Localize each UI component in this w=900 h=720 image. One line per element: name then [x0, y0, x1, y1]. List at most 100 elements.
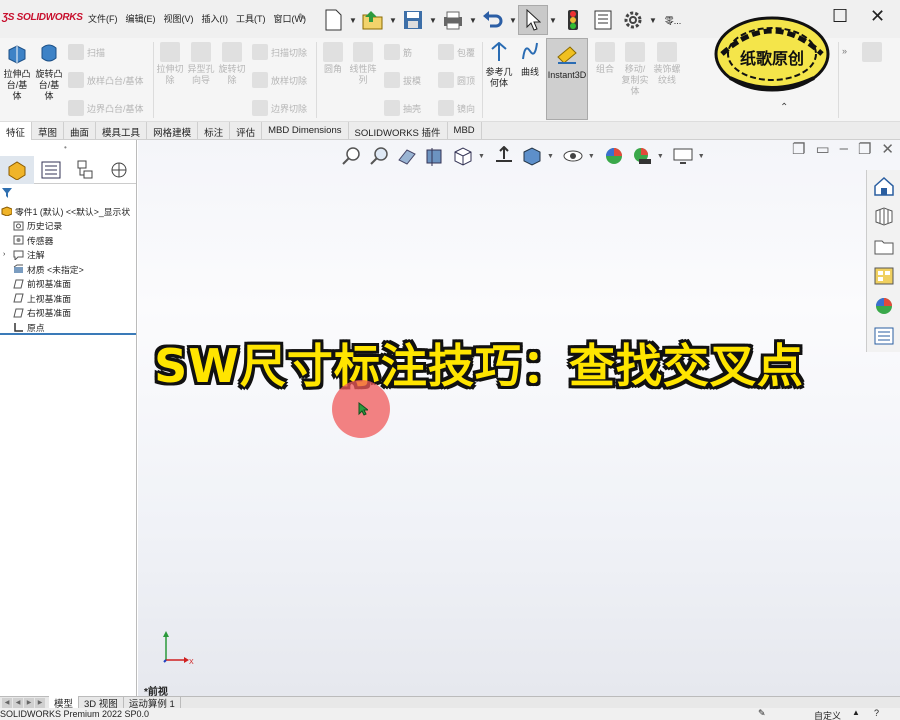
lofted-cut-button[interactable]: 放样切除	[252, 72, 307, 88]
extrude-cut-button[interactable]: 拉伸切 除	[156, 42, 184, 86]
chevron-down-icon[interactable]: ▼	[388, 16, 398, 25]
tree-item-right-plane[interactable]: 右视基准面	[0, 306, 136, 321]
solidworks-resources-home-icon[interactable]	[869, 172, 899, 200]
edit-appearance-icon[interactable]	[601, 144, 627, 168]
graphics-area[interactable]: ▼ ▼ ▼ ▼ ▼ ❐ ▭ – ❐ ✕ SW尺寸标注技巧：查找交叉点 X *前视	[138, 140, 900, 698]
tab-markup[interactable]: 标注	[198, 122, 231, 140]
close-icon[interactable]: ✕	[870, 6, 885, 27]
loft-boss-button[interactable]: 放样凸台/基体	[68, 72, 144, 88]
solidworks-logo[interactable]: ƷS SOLIDWORKS	[2, 12, 83, 23]
chevron-down-icon[interactable]: ▼	[468, 16, 478, 25]
options-gear-icon[interactable]	[618, 5, 648, 35]
units-chevron-icon[interactable]: ▲	[852, 708, 860, 717]
chevron-down-icon[interactable]: ▼	[548, 16, 558, 25]
tree-item-annotations[interactable]: › 注解	[0, 248, 136, 263]
save-icon[interactable]	[398, 5, 428, 35]
rebuild-status-icon[interactable]: ✎	[758, 708, 766, 719]
display-shaded-icon[interactable]	[519, 144, 545, 168]
tile-icon[interactable]: ▭	[815, 140, 829, 158]
boundary-boss-button[interactable]: 边界凸台/基体	[68, 100, 144, 116]
tab-surfaces[interactable]: 曲面	[64, 122, 97, 140]
zoom-to-fit-icon[interactable]	[338, 144, 364, 168]
custom-properties-icon[interactable]	[869, 322, 899, 350]
view-palette-icon[interactable]	[869, 262, 899, 290]
menu-view[interactable]: 视图(V)	[160, 12, 198, 25]
rebuild-traffic-light-icon[interactable]	[558, 5, 588, 35]
boundary-cut-button[interactable]: 边界切除	[252, 100, 307, 116]
hole-wizard-button[interactable]: 异型孔 向导	[186, 42, 216, 86]
shell-button[interactable]: 抽壳	[384, 100, 421, 116]
menu-edit[interactable]: 编辑(E)	[122, 12, 160, 25]
tab-features[interactable]: 特征	[0, 122, 33, 140]
zoom-to-area-icon[interactable]	[366, 144, 392, 168]
tree-item-history[interactable]: 历史记录	[0, 219, 136, 234]
menu-insert[interactable]: 插入(I)	[198, 12, 233, 25]
units-selector[interactable]: 自定义	[814, 709, 841, 720]
swept-cut-button[interactable]: 扫描切除	[252, 44, 307, 60]
tree-item-sensors[interactable]: 传感器	[0, 233, 136, 248]
file-explorer-icon[interactable]	[869, 232, 899, 260]
maximize-icon[interactable]: ☐	[832, 6, 848, 27]
move-copy-body-button[interactable]: 移动/ 复制实 体	[620, 42, 650, 97]
rib-button[interactable]: 筋	[384, 44, 412, 60]
print-icon[interactable]	[438, 5, 468, 35]
help-icon[interactable]: ?	[874, 708, 879, 718]
revolve-cut-button[interactable]: 旋转切 除	[218, 42, 246, 86]
display-style-icon[interactable]	[491, 144, 517, 168]
menu-file[interactable]: 文件(F)	[84, 12, 122, 25]
open-folder-icon[interactable]	[358, 5, 388, 35]
restore-icon[interactable]: ❐	[792, 140, 805, 158]
tree-item-front-plane[interactable]: 前视基准面	[0, 277, 136, 292]
new-document-icon[interactable]	[318, 5, 348, 35]
maximize-icon[interactable]: ❐	[858, 140, 871, 158]
hide-show-items-icon[interactable]	[560, 144, 586, 168]
previous-view-icon[interactable]	[394, 144, 420, 168]
ribbon-expand-chevron-icon[interactable]: »	[842, 46, 847, 56]
instant3d-button[interactable]: Instant3D	[546, 38, 588, 120]
tree-item-part[interactable]: 零件1 (默认) <<默认>_显示状	[0, 204, 136, 219]
tab-mbd-dimensions[interactable]: MBD Dimensions	[262, 122, 349, 140]
view-orientation-icon[interactable]	[450, 144, 476, 168]
tab-mesh-modeling[interactable]: 网格建模	[147, 122, 199, 140]
linear-pattern-button[interactable]: 线性阵 列	[348, 42, 378, 86]
configuration-manager-tab-icon[interactable]	[68, 156, 102, 184]
ribbon-overflow-icon[interactable]	[862, 42, 882, 62]
dimxpert-tab-icon[interactable]	[102, 156, 136, 184]
design-library-icon[interactable]	[869, 202, 899, 230]
draft-button[interactable]: 拔模	[384, 72, 421, 88]
reference-geometry-button[interactable]: 参考几 何体	[484, 41, 514, 89]
view-settings-icon[interactable]	[670, 144, 696, 168]
section-view-icon[interactable]	[422, 144, 448, 168]
tab-mold-tools[interactable]: 模具工具	[96, 122, 148, 140]
chevron-down-icon[interactable]: ▼	[348, 16, 358, 25]
tab-sketch[interactable]: 草图	[32, 122, 65, 140]
chevron-down-icon[interactable]: ▼	[428, 16, 438, 25]
file-properties-icon[interactable]	[588, 5, 618, 35]
chevron-down-icon[interactable]: ▼	[588, 153, 595, 160]
wrap-button[interactable]: 包覆	[438, 44, 475, 60]
minimize-icon[interactable]: –	[840, 140, 848, 158]
chevron-down-icon[interactable]: ▼	[478, 153, 485, 160]
cosmetic-thread-button[interactable]: 装饰螺 纹线	[652, 42, 682, 86]
sweep-button[interactable]: 扫描	[68, 44, 105, 60]
chevron-down-icon[interactable]: ▼	[657, 153, 664, 160]
menu-tools[interactable]: 工具(T)	[232, 12, 270, 25]
close-icon[interactable]: ✕	[881, 140, 894, 158]
panel-grip-icon[interactable]: •	[64, 143, 67, 152]
last-tab-arrow-icon[interactable]: ▶	[35, 697, 45, 708]
tab-solidworks-addins[interactable]: SOLIDWORKS 插件	[349, 122, 448, 140]
more-icon[interactable]: 零...	[658, 5, 688, 35]
tree-item-material[interactable]: 材质 <未指定>	[0, 262, 136, 277]
feature-manager-tab-icon[interactable]	[0, 156, 34, 184]
extrude-boss-button[interactable]: 拉伸凸 台/基 体	[2, 42, 32, 102]
pin-icon[interactable]: ✎	[298, 12, 306, 23]
revolve-boss-button[interactable]: 旋转凸 台/基 体	[34, 42, 64, 102]
expand-arrow-icon[interactable]: ›	[3, 251, 13, 258]
appearances-scenes-icon[interactable]	[869, 292, 899, 320]
mirror-button[interactable]: 镜向	[438, 100, 475, 116]
dome-button[interactable]: 圆顶	[438, 72, 475, 88]
property-manager-tab-icon[interactable]	[34, 156, 68, 184]
chevron-down-icon[interactable]: ▼	[648, 16, 658, 25]
chevron-down-icon[interactable]: ▼	[698, 153, 705, 160]
tab-mbd[interactable]: MBD	[448, 122, 482, 140]
